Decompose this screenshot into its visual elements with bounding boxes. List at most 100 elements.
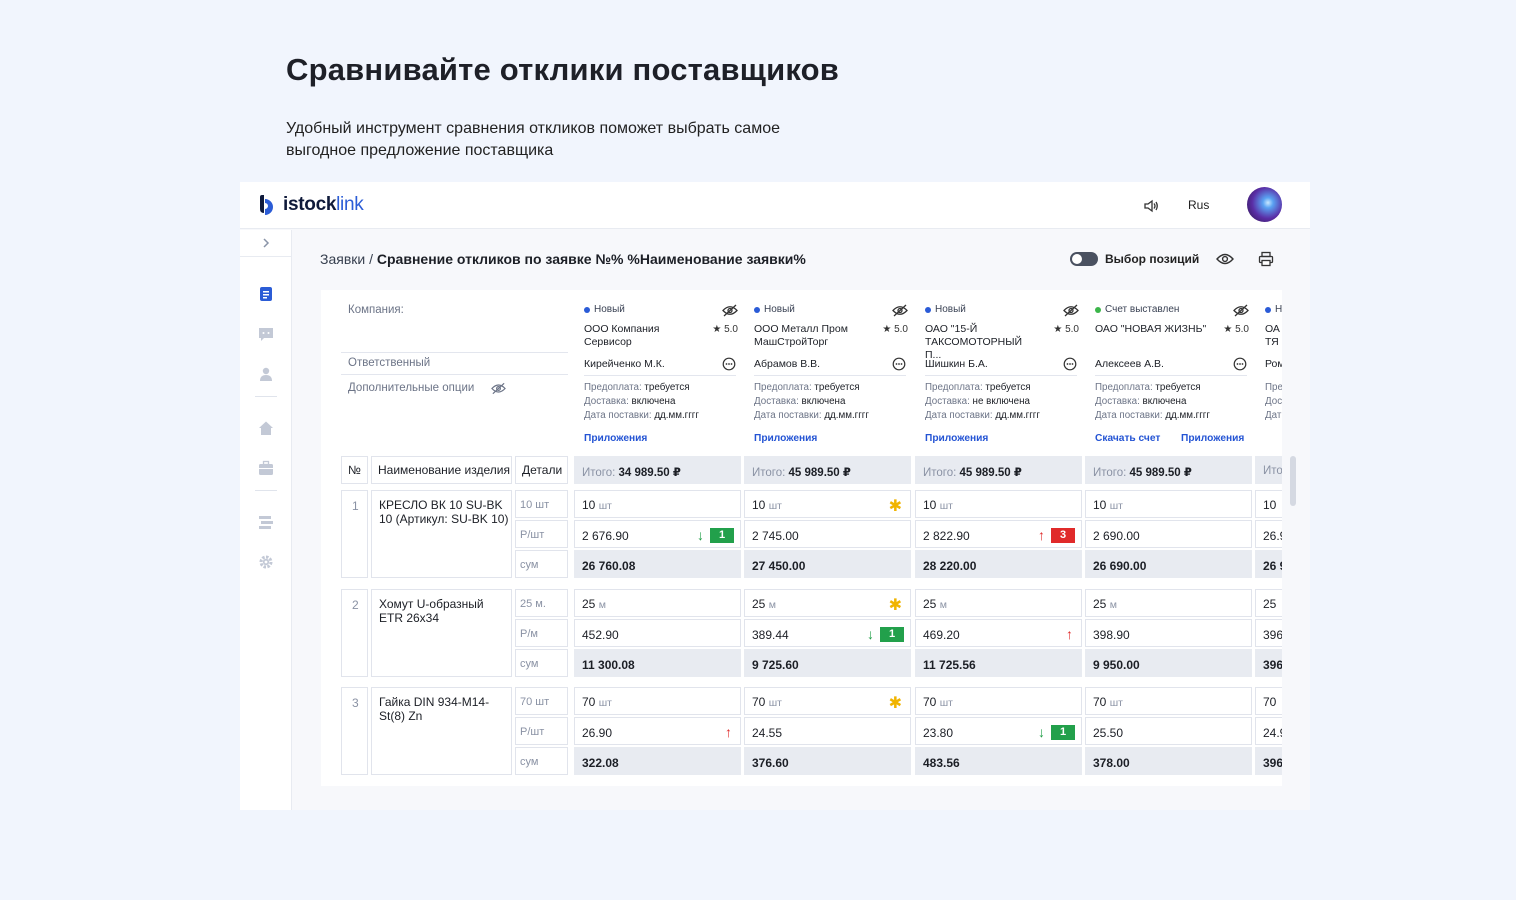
offer-quantity[interactable]: 70 шт [915, 687, 1082, 715]
divider [584, 375, 736, 376]
chat-icon[interactable] [1063, 357, 1077, 371]
offer-quantity[interactable]: 25 м [574, 589, 741, 617]
print-icon[interactable] [1258, 251, 1274, 267]
offer-quantity[interactable]: 70 [1255, 687, 1282, 715]
row-number: 2 [341, 589, 368, 677]
offer-quantity[interactable]: 10 шт [915, 490, 1082, 518]
select-positions-toggle[interactable] [1070, 252, 1098, 266]
rating: ★ 5.0 [712, 324, 738, 335]
offer-quantity[interactable]: 25 [1255, 589, 1282, 617]
chat-icon[interactable] [1233, 357, 1247, 371]
offer-sum: 396 [1255, 747, 1282, 775]
arrow-down-icon: ↓ [867, 626, 874, 642]
attachments-link[interactable]: Приложения [925, 433, 988, 444]
product-name: КРЕСЛО ВК 10 SU-BK 10 (Артикул: SU-BK 10… [371, 490, 512, 578]
logo-text: istocklink [283, 194, 364, 215]
supplier-name[interactable]: ОА [1265, 323, 1282, 336]
eye-off-icon[interactable] [1233, 304, 1249, 317]
price-text: 452.90 [582, 628, 619, 642]
quantity-text: 10 шт [1093, 498, 1123, 512]
eye-off-icon[interactable] [1063, 304, 1079, 317]
home-icon[interactable] [258, 420, 274, 436]
gear-icon[interactable] [258, 554, 274, 570]
chat-icon[interactable] [892, 357, 906, 371]
status-dot [1095, 306, 1101, 313]
offer-price[interactable]: 24.9 [1255, 717, 1282, 745]
logo[interactable]: istocklink [257, 193, 364, 217]
offer-price[interactable]: 23.80 ↓ 1 [915, 717, 1082, 745]
price-text: 25.50 [1093, 726, 1124, 740]
offer-price[interactable]: 452.90 [574, 619, 741, 647]
chat-icon[interactable] [258, 326, 274, 342]
offer-quantity[interactable]: 70 шт ✱ [744, 687, 911, 715]
offer-quantity[interactable]: 10 шт ✱ [744, 490, 911, 518]
offer-quantity[interactable]: 10 [1255, 490, 1282, 518]
offer-price[interactable]: 2 676.90 ↓ 1 [574, 520, 741, 548]
supplier-name[interactable]: ООО Металл Пром МашСтройТорг [754, 323, 866, 349]
eye-off-icon[interactable] [892, 304, 908, 317]
unit: м [598, 599, 606, 611]
offer-price[interactable]: 26.9 [1255, 520, 1282, 548]
total-text: Итого: 34 989.50 ₽ [582, 465, 681, 479]
top-bar: istocklink Rus [240, 182, 1310, 229]
offer-price[interactable]: 469.20 ↑ [915, 619, 1082, 647]
offer-price[interactable]: 2 745.00 [744, 520, 911, 548]
offer-quantity[interactable]: 10 шт [574, 490, 741, 518]
offer-quantity[interactable]: 70 шт [1085, 687, 1252, 715]
supplier-name[interactable]: ТЯ [1265, 336, 1282, 349]
supplier-name[interactable]: ООО Компания Сервисор [584, 323, 696, 349]
offer-price[interactable]: 2 822.90 ↑ 3 [915, 520, 1082, 548]
briefcase-icon[interactable] [258, 460, 274, 476]
supplier-name[interactable]: ОАО "НОВАЯ ЖИЗНЬ" [1095, 323, 1207, 336]
chevron-right-icon [263, 238, 270, 248]
total-cell: Итого: 45 989.50 ₽ [915, 456, 1082, 484]
offer-price[interactable]: 389.44 ↓ 1 [744, 619, 911, 647]
company-label: Компания: [348, 304, 404, 316]
rating: ★ 5.0 [1053, 324, 1079, 335]
scrollbar[interactable] [1290, 456, 1296, 506]
total-cell: Итого: 45 989.50 ₽ [744, 456, 911, 484]
attachments-link[interactable]: Приложения [1181, 433, 1244, 444]
attachments-link[interactable]: Приложения [754, 433, 817, 444]
offer-quantity[interactable]: 25 м [1085, 589, 1252, 617]
offer-quantity[interactable]: 25 м [915, 589, 1082, 617]
breadcrumb-root[interactable]: Заявки [320, 251, 365, 267]
offer-price[interactable]: 24.55 [744, 717, 911, 745]
chat-icon[interactable] [722, 357, 736, 371]
sound-icon[interactable] [1142, 197, 1160, 215]
offer-price[interactable]: 2 690.00 [1085, 520, 1252, 548]
document-icon[interactable] [258, 286, 274, 302]
status-dot [584, 306, 590, 313]
unit: шт [598, 500, 612, 512]
offer-quantity[interactable]: 25 м ✱ [744, 589, 911, 617]
offer-quantity[interactable]: 70 шт [574, 687, 741, 715]
eye-icon[interactable] [1216, 252, 1234, 266]
option-delivery: Доставка: включена [1095, 396, 1187, 407]
download-invoice-link[interactable]: Скачать счет [1095, 433, 1160, 444]
rank-badge: 1 [880, 627, 904, 642]
product-name-text: Хомут U-образный ETR 26x34 [379, 597, 484, 625]
attachments-link[interactable]: Приложения [584, 433, 647, 444]
language-selector[interactable]: Rus [1188, 198, 1209, 212]
sidebar-divider [255, 396, 277, 397]
offer-price[interactable]: 398.90 [1085, 619, 1252, 647]
eye-off-icon[interactable] [491, 382, 506, 395]
offer-price[interactable]: 25.50 [1085, 717, 1252, 745]
eye-off-icon[interactable] [722, 304, 738, 317]
list-icon[interactable] [258, 514, 274, 530]
quantity-text: 10 [1263, 498, 1277, 512]
quantity-text: 10 шт [923, 498, 953, 512]
sidebar [240, 230, 292, 810]
offer-quantity[interactable]: 10 шт [1085, 490, 1252, 518]
sidebar-expand-button[interactable] [240, 230, 292, 257]
detail-qty-text: 25 м. [520, 598, 546, 610]
offer-price[interactable]: 26.90 ↑ [574, 717, 741, 745]
user-icon[interactable] [258, 366, 274, 382]
avatar[interactable] [1247, 187, 1282, 222]
option-value: требуется [1155, 382, 1201, 393]
total-text: Итого: 45 989.50 ₽ [752, 465, 851, 479]
price-text: 26.9 [1263, 529, 1282, 543]
supplier-name[interactable]: ОАО "15-Й ТАКСОМОТОРНЫЙ П... [925, 323, 1037, 362]
price-text: 24.55 [752, 726, 783, 740]
offer-price[interactable]: 396 [1255, 619, 1282, 647]
